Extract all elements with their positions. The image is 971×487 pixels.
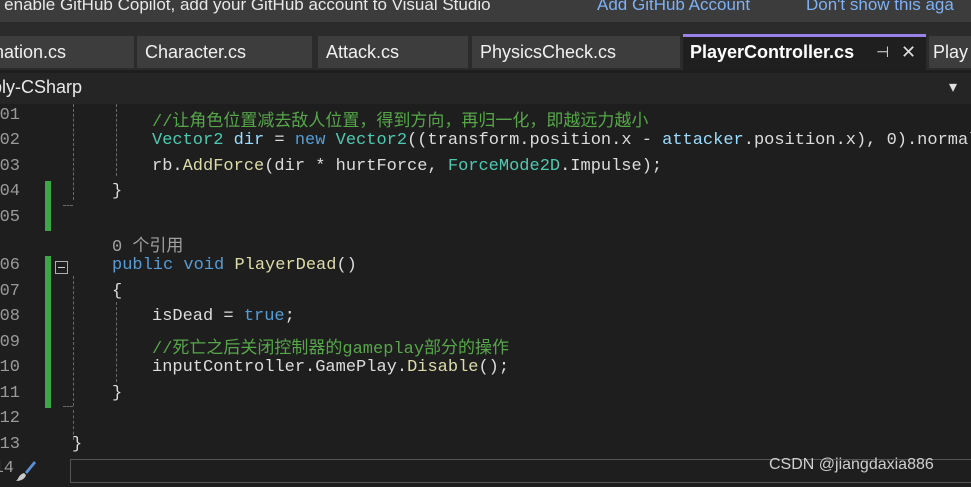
- code-line: rb.AddForce(dir * hurtForce, ForceMode2D…: [152, 157, 663, 176]
- tab-label: Play: [933, 42, 969, 62]
- code-comment: //死亡之后关闭控制器的gameplay部分的操作: [152, 340, 510, 359]
- paintbrush-icon[interactable]: [14, 459, 38, 483]
- code-editor[interactable]: 01 02 03 04 05 06 07 08 09 10 11 12 13 /…: [0, 104, 971, 456]
- line-number: 02: [0, 131, 20, 150]
- bottom-bar: 14 CSDN @jiangdaxia886: [0, 456, 971, 487]
- pin-icon[interactable]: ⊣: [876, 37, 889, 68]
- code-line: isDead = true;: [152, 307, 295, 326]
- tab-label: PlayerController.cs: [690, 42, 855, 62]
- code-line: public void PlayerDead(): [112, 256, 357, 275]
- document-tab-bar: nation.cs Character.cs Attack.cs Physics…: [0, 22, 971, 70]
- tab-character[interactable]: Character.cs: [137, 36, 312, 68]
- code-line: {: [112, 282, 123, 301]
- line-number: 07: [0, 282, 20, 301]
- github-copilot-infobar: o enable GitHub Copilot, add your GitHub…: [0, 0, 971, 22]
- line-number: 12: [0, 409, 20, 428]
- chevron-down-icon[interactable]: ▾: [949, 77, 957, 96]
- dont-show-again-link[interactable]: Don't show this aga: [806, 0, 954, 15]
- line-number: 06: [0, 256, 20, 275]
- indent-guide: [73, 104, 74, 200]
- indent-guide: [73, 276, 74, 406]
- line-number: 14: [0, 459, 14, 478]
- tab-physics-check[interactable]: PhysicsCheck.cs: [472, 36, 680, 68]
- code-comment: //让角色位置减去敌人位置，得到方向，再归一化，即越远力越小: [152, 113, 649, 132]
- change-indicator: [45, 181, 51, 231]
- tab-play-overflow[interactable]: Play: [929, 36, 971, 68]
- indent-guide: [63, 205, 73, 206]
- line-number: 04: [0, 182, 20, 201]
- indent-guide: [116, 104, 117, 176]
- code-line: }: [112, 384, 123, 403]
- tab-player-controller[interactable]: PlayerController.cs ⊣ ✕: [683, 34, 926, 70]
- line-number: 13: [0, 435, 20, 454]
- project-dropdown[interactable]: bly-CSharp: [0, 77, 82, 98]
- code-line: inputController.GamePlay.Disable();: [152, 358, 510, 377]
- collapse-icon[interactable]: [55, 261, 68, 274]
- watermark: CSDN @jiangdaxia886: [769, 456, 934, 473]
- add-github-account-link[interactable]: Add GitHub Account: [597, 0, 750, 15]
- tab-label: nation.cs: [0, 42, 67, 62]
- tab-label: Attack.cs: [326, 42, 400, 62]
- line-number: 08: [0, 307, 20, 326]
- navigation-bar: bly-CSharp ▾: [0, 73, 971, 105]
- codelens-references[interactable]: 0 个引用: [112, 231, 183, 257]
- close-icon[interactable]: ✕: [901, 37, 916, 68]
- indent-guide: [116, 302, 117, 382]
- line-number: 10: [0, 358, 20, 377]
- tab-label: Character.cs: [145, 42, 247, 62]
- change-indicator: [45, 256, 51, 408]
- indent-guide: [63, 406, 73, 407]
- tab-label: PhysicsCheck.cs: [480, 42, 617, 62]
- tab-attack[interactable]: Attack.cs: [318, 36, 468, 68]
- line-number: 01: [0, 106, 20, 125]
- line-number: 11: [0, 384, 20, 403]
- code-line: }: [112, 182, 123, 201]
- line-number: 03: [0, 157, 20, 176]
- code-line: Vector2 dir = new Vector2((transform.pos…: [152, 131, 971, 150]
- line-number: 09: [0, 333, 20, 352]
- tab-nation[interactable]: nation.cs: [0, 36, 134, 68]
- code-line: }: [72, 435, 83, 454]
- line-number: 05: [0, 208, 20, 227]
- infobar-message: o enable GitHub Copilot, add your GitHub…: [0, 0, 491, 14]
